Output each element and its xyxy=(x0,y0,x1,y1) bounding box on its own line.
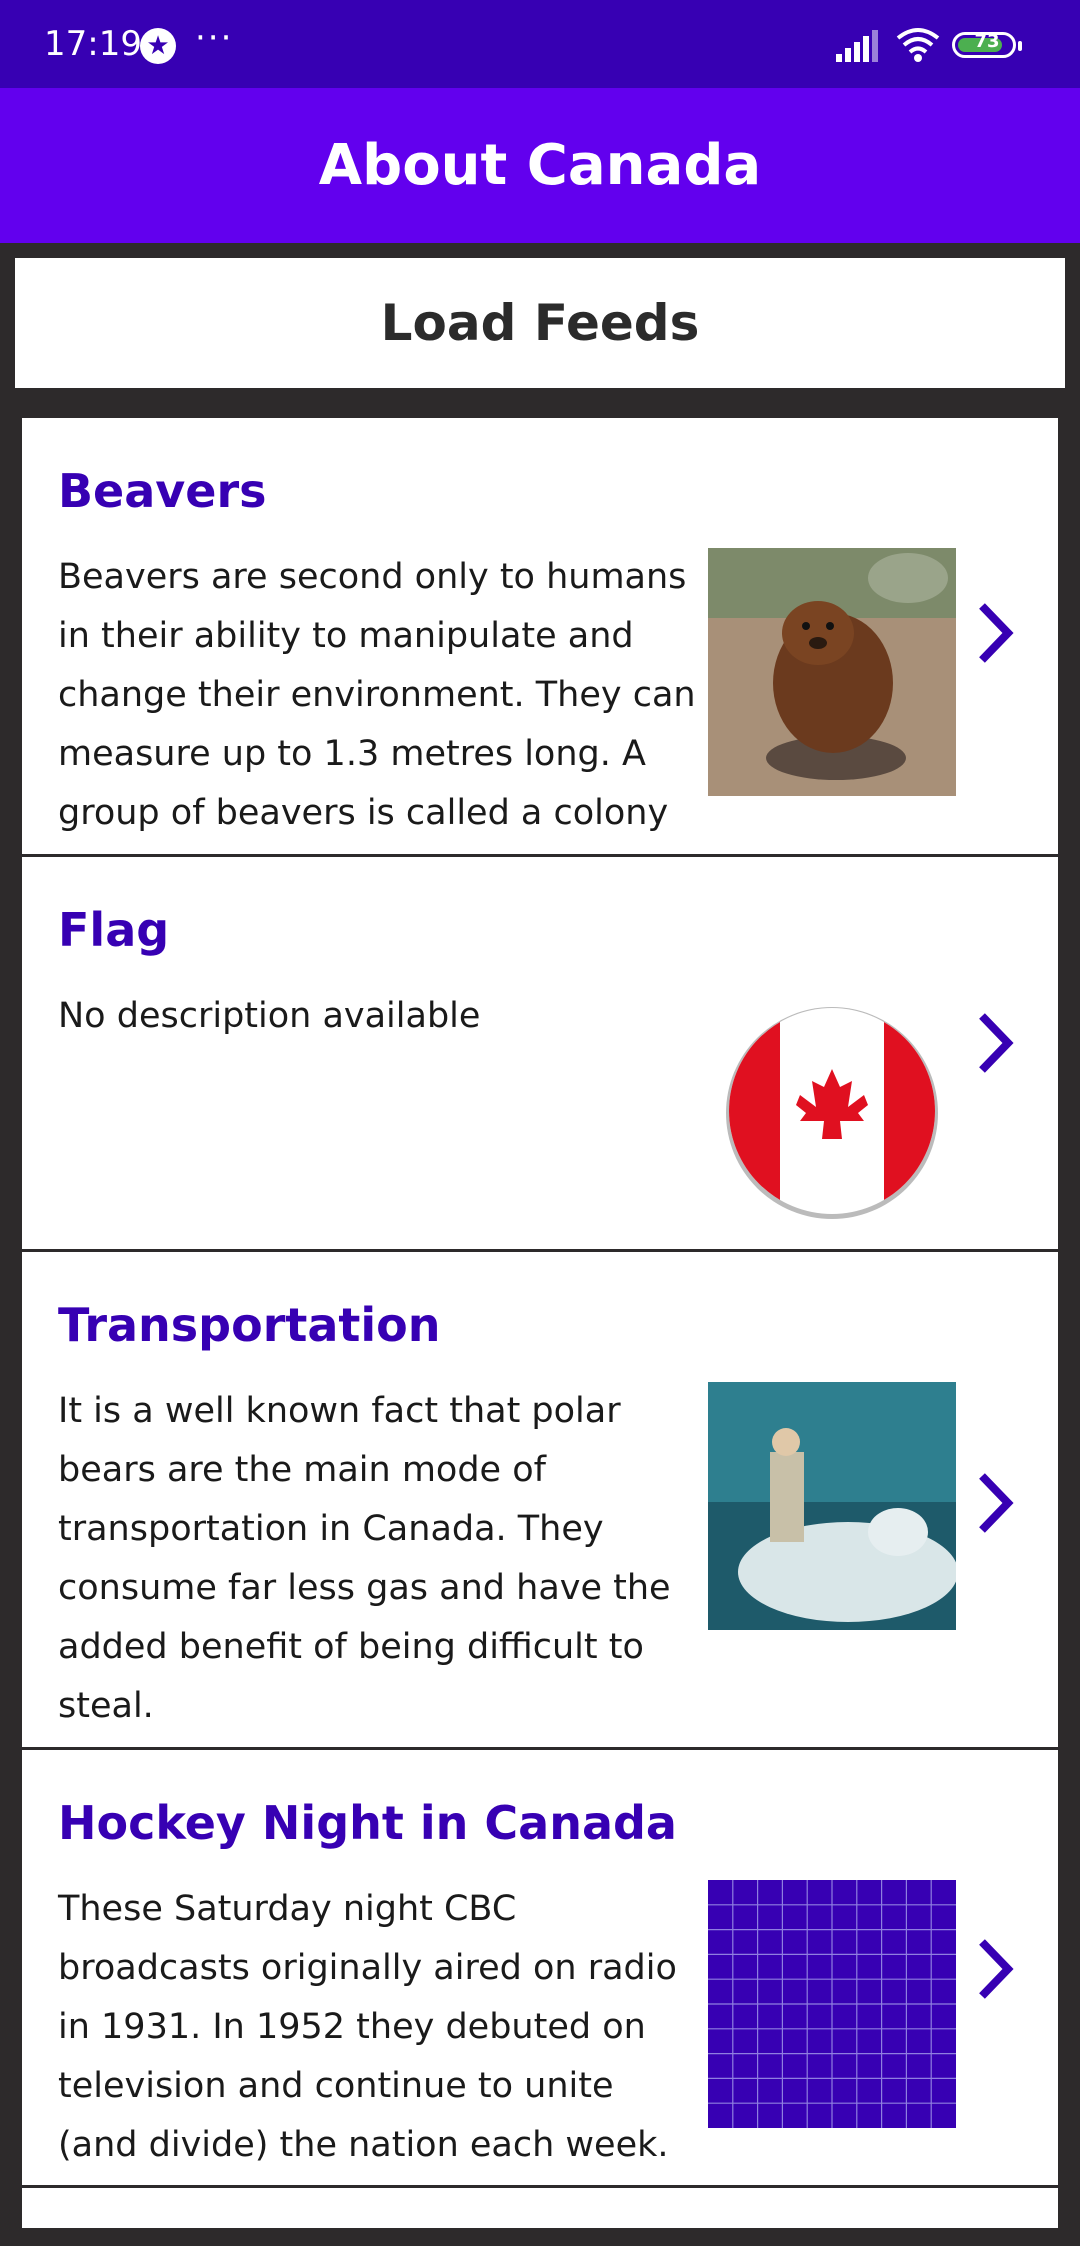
feed-item-hockey-night[interactable]: Hockey Night in Canada These Saturday ni… xyxy=(22,1750,1058,2188)
wifi-icon xyxy=(896,28,940,62)
load-feeds-label: Load Feeds xyxy=(380,294,700,352)
feed-title: Hockey Night in Canada xyxy=(58,1796,677,1850)
feed-description: No description available xyxy=(58,996,481,1036)
signal-icon xyxy=(836,30,878,62)
feed-title: Transportation xyxy=(58,1298,441,1352)
feed-title: Flag xyxy=(58,903,170,957)
placeholder-grid-image xyxy=(708,1880,956,2128)
feed-item-flag[interactable]: Flag No description available xyxy=(22,857,1058,1252)
chevron-right-icon[interactable] xyxy=(970,598,1020,668)
status-time: 17:19 xyxy=(44,24,142,64)
page-title: About Canada xyxy=(318,133,762,198)
feed-title: Beavers xyxy=(58,464,267,518)
chevron-right-icon[interactable] xyxy=(970,1934,1020,2004)
chevron-right-icon[interactable] xyxy=(970,1008,1020,1078)
battery-level: 73 xyxy=(974,31,1000,52)
feed-description: These Saturday night CBC broadcasts orig… xyxy=(58,1889,677,2165)
beaver-image xyxy=(708,548,956,796)
polar-bear-image xyxy=(708,1382,956,1630)
feed-description: It is a well known fact that polar bears… xyxy=(58,1391,671,1726)
more-notifications-icon: ··· xyxy=(195,18,234,58)
feed-item-transportation[interactable]: Transportation It is a well known fact t… xyxy=(22,1252,1058,1750)
app-bar: About Canada xyxy=(0,88,1080,243)
load-feeds-button[interactable]: Load Feeds xyxy=(15,258,1065,388)
battery-icon: 73 xyxy=(952,31,1022,58)
status-bar: 17:19 ★ ··· 73 xyxy=(0,0,1080,88)
star-notification-icon: ★ xyxy=(140,28,176,64)
feed-description: Beavers are second only to humans in the… xyxy=(58,557,696,833)
feed-list[interactable]: Beavers Beavers are second only to human… xyxy=(22,418,1058,2228)
canadian-flag-image xyxy=(726,1007,938,1219)
feed-item-beavers[interactable]: Beavers Beavers are second only to human… xyxy=(22,418,1058,857)
chevron-right-icon[interactable] xyxy=(970,1468,1020,1538)
